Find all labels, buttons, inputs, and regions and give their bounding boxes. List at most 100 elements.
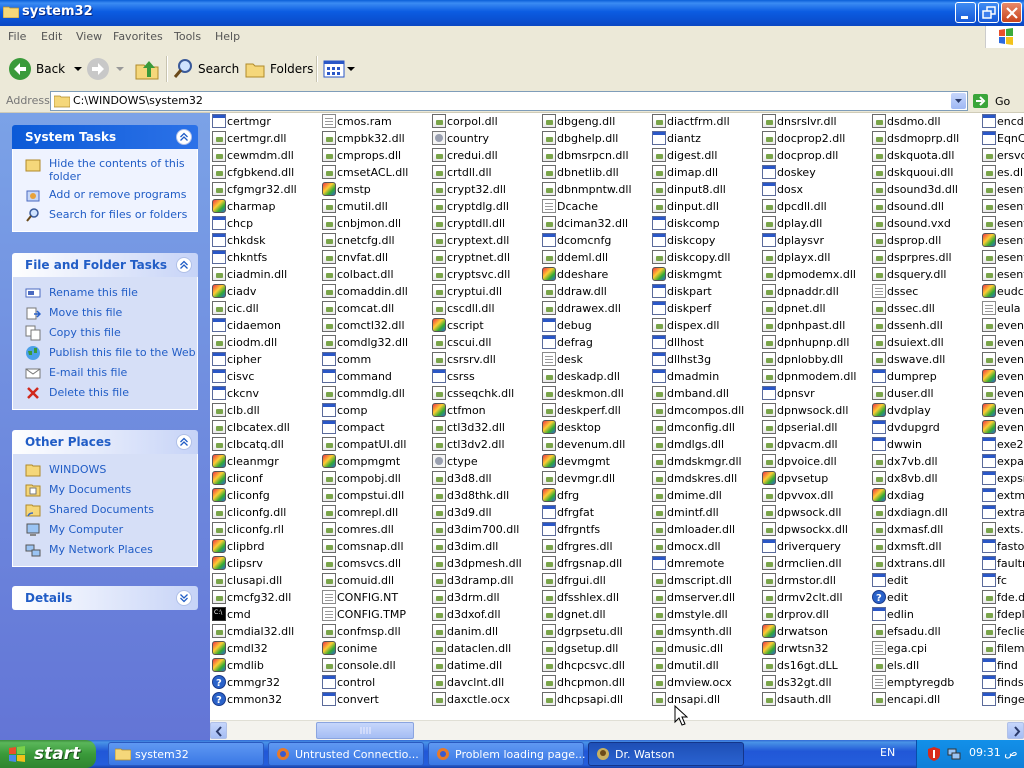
file-item[interactable]: cfgmgr32.dll [210,181,320,198]
file-item[interactable]: event [980,402,1024,419]
system-tasks-header[interactable]: System Tasks [12,125,198,149]
file-item[interactable]: defrag [540,334,650,351]
file-item[interactable]: diskcomp [650,215,760,232]
file-item[interactable]: crtdll.dll [430,164,540,181]
file-item[interactable]: comsvcs.dll [320,555,430,572]
file-item[interactable]: dumprep [870,368,980,385]
file-item[interactable]: comsnap.dll [320,538,430,555]
file-item[interactable]: cmprops.dll [320,147,430,164]
place-my-documents[interactable]: My Documents [13,480,197,500]
file-item[interactable]: dmime.dll [650,487,760,504]
file-item[interactable]: dpvvox.dll [760,487,870,504]
file-item[interactable]: dsound.vxd [870,215,980,232]
file-item[interactable]: dmloader.dll [650,521,760,538]
file-item[interactable]: dmconfig.dll [650,419,760,436]
file-item[interactable]: dssec.dll [870,300,980,317]
file-item[interactable]: dinput.dll [650,198,760,215]
file-item[interactable]: dmserver.dll [650,589,760,606]
expand-icon[interactable] [176,590,192,606]
menu-view[interactable]: View [76,30,102,43]
file-item[interactable]: deskperf.dll [540,402,650,419]
file-item[interactable]: compact [320,419,430,436]
file-item[interactable]: dmintf.dll [650,504,760,521]
file-item[interactable]: dmcompos.dll [650,402,760,419]
file-item[interactable]: esent [980,215,1024,232]
file-item[interactable]: ersvc [980,147,1024,164]
file-item[interactable]: chkdsk [210,232,320,249]
file-item[interactable]: deskadp.dll [540,368,650,385]
file-item[interactable]: dpnhpast.dll [760,317,870,334]
file-item[interactable]: fdeplo [980,606,1024,623]
task-untrusted-connection[interactable]: Untrusted Connectio... [268,742,424,766]
file-item[interactable]: cmstp [320,181,430,198]
file-item[interactable]: dciman32.dll [540,215,650,232]
file-item[interactable]: event [980,351,1024,368]
file-item[interactable]: dsound.dll [870,198,980,215]
collapse-icon[interactable] [176,257,192,273]
file-item[interactable]: ctl3d32.dll [430,419,540,436]
file-item[interactable]: compobj.dll [320,470,430,487]
file-item[interactable]: findstr [980,674,1024,691]
file-item[interactable]: dmadmin [650,368,760,385]
file-item[interactable]: ctype [430,453,540,470]
file-item[interactable]: diactfrm.dll [650,113,760,130]
file-item[interactable]: duser.dll [870,385,980,402]
file-item[interactable]: esent [980,266,1024,283]
maximize-button[interactable] [978,2,999,23]
file-item[interactable]: dmremote [650,555,760,572]
file-item[interactable]: conime [320,640,430,657]
file-item[interactable]: esent [980,198,1024,215]
other-places-header[interactable]: Other Places [12,430,198,454]
file-item[interactable]: devmgr.dll [540,470,650,487]
file-item[interactable]: diantz [650,130,760,147]
file-item[interactable]: cmutil.dll [320,198,430,215]
file-item[interactable]: cscui.dll [430,334,540,351]
go-button[interactable]: Go [972,92,1010,110]
file-item[interactable]: clbcatex.dll [210,419,320,436]
task-system32[interactable]: system32 [108,742,264,766]
file-item[interactable]: cmdial32.dll [210,623,320,640]
file-item[interactable]: comrepl.dll [320,504,430,521]
views-button[interactable] [322,54,356,84]
file-item[interactable]: cryptnet.dll [430,249,540,266]
file-item[interactable]: esent [980,249,1024,266]
file-item[interactable]: dxmasf.dll [870,521,980,538]
chevron-down-icon[interactable] [71,64,85,74]
file-item[interactable]: dfrgres.dll [540,538,650,555]
file-item[interactable]: EqnCl [980,130,1024,147]
chevron-down-icon[interactable] [346,64,356,74]
file-item[interactable]: CONFIG.TMP [320,606,430,623]
file-item[interactable]: commdlg.dll [320,385,430,402]
details-header[interactable]: Details [12,586,198,610]
file-item[interactable]: edit [870,589,980,606]
file-list[interactable]: certmgr certmgr.dll cewmdm.dll cfgbkend.dll… [210,113,1024,720]
file-item[interactable]: country [430,130,540,147]
file-item[interactable]: dpnmodem.dll [760,368,870,385]
file-item[interactable]: CONFIG.NT [320,589,430,606]
place-shared-documents[interactable]: Shared Documents [13,500,197,520]
file-item[interactable]: drwatson [760,623,870,640]
file-item[interactable]: dosx [760,181,870,198]
security-shield-icon[interactable] [927,746,941,762]
file-item[interactable]: dfrgntfs [540,521,650,538]
file-item[interactable]: event [980,334,1024,351]
file-item[interactable]: drmv2clt.dll [760,589,870,606]
file-item[interactable]: dmband.dll [650,385,760,402]
file-item[interactable]: driverquery [760,538,870,555]
search-files-link[interactable]: Search for files or folders [13,205,197,225]
file-item[interactable]: dfrg [540,487,650,504]
file-item[interactable]: dvdupgrd [870,419,980,436]
file-item[interactable]: dmstyle.dll [650,606,760,623]
file-item[interactable]: comctl32.dll [320,317,430,334]
file-item[interactable]: chkntfs [210,249,320,266]
file-item[interactable]: dpnet.dll [760,300,870,317]
file-item[interactable]: dcomcnfg [540,232,650,249]
file-item[interactable]: comaddin.dll [320,283,430,300]
file-item[interactable]: dimap.dll [650,164,760,181]
address-dropdown-button[interactable] [951,93,966,109]
file-item[interactable]: ddrawex.dll [540,300,650,317]
file-item[interactable]: encapi.dll [870,691,980,708]
file-item[interactable]: dplaysvr [760,232,870,249]
file-item[interactable]: dpcdll.dll [760,198,870,215]
file-item[interactable]: fde.dl [980,589,1024,606]
